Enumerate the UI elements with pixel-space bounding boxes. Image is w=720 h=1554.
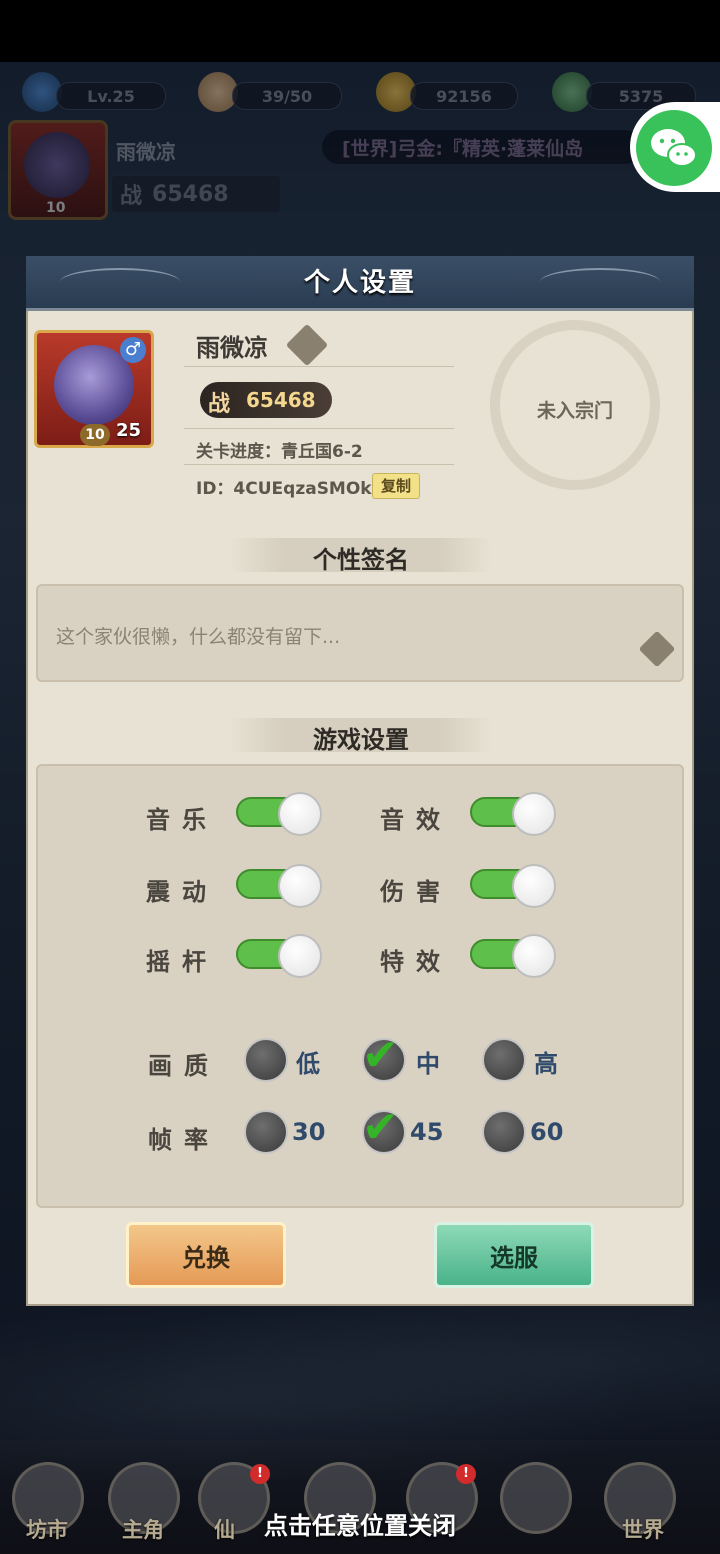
quality-high-label: 高	[534, 1050, 558, 1078]
panel-title: 个人设置	[303, 268, 416, 298]
quality-high-radio[interactable]	[482, 1038, 526, 1082]
signature-text: 这个家伙很懒，什么都没有留下...	[56, 626, 341, 648]
framerate-60-radio[interactable]	[482, 1110, 526, 1154]
close-hint: 点击任意位置关闭	[264, 1512, 456, 1540]
power-value: 65468	[246, 388, 316, 412]
toggle-label-music: 音乐	[146, 806, 218, 834]
sfx-toggle[interactable]	[470, 792, 556, 836]
divider	[184, 366, 454, 367]
framerate-30-radio[interactable]	[244, 1110, 288, 1154]
notification-badge: !	[250, 1464, 270, 1484]
select-server-button[interactable]: 选服	[434, 1222, 594, 1288]
vibration-toggle[interactable]	[236, 864, 322, 908]
settings-box	[36, 764, 684, 1208]
divider	[184, 428, 454, 429]
profile-power: 战 65468	[200, 382, 332, 418]
signature-section-title: 个性签名	[313, 546, 409, 574]
settings-section-title: 游戏设置	[313, 726, 409, 754]
quality-label: 画质	[148, 1052, 220, 1080]
damage-toggle[interactable]	[470, 864, 556, 908]
male-icon: ♂	[120, 337, 146, 363]
player-id: ID：4CUEqzaSMOk	[196, 479, 372, 499]
checkmark-icon: ✔	[362, 1030, 399, 1081]
sect-status: 未入宗门	[536, 400, 613, 422]
framerate-30-label: 30	[292, 1118, 326, 1146]
quality-low-radio[interactable]	[244, 1038, 288, 1082]
toggle-label-vibration: 震动	[146, 878, 218, 906]
toggle-label-damage: 伤害	[380, 878, 452, 906]
toggle-label-joystick: 摇杆	[146, 948, 218, 976]
effects-toggle[interactable]	[470, 934, 556, 978]
quality-medium-label: 中	[416, 1050, 440, 1078]
power-label: 战	[208, 392, 231, 417]
profile-name: 雨微凉	[196, 334, 268, 362]
notification-badge: !	[456, 1464, 476, 1484]
joystick-toggle[interactable]	[236, 934, 322, 978]
wechat-icon[interactable]	[636, 110, 712, 186]
framerate-45-label: 45	[410, 1118, 444, 1146]
toggle-label-sfx: 音效	[380, 806, 452, 834]
redeem-button[interactable]: 兑换	[126, 1222, 286, 1288]
divider	[184, 464, 454, 465]
copy-id-button[interactable]: 复制	[372, 473, 420, 499]
music-toggle[interactable]	[236, 792, 322, 836]
avatar-level: 25	[116, 420, 142, 441]
toggle-label-effects: 特效	[380, 948, 452, 976]
framerate-label: 帧率	[148, 1126, 220, 1154]
checkmark-icon: ✔	[362, 1102, 399, 1153]
avatar-star-level: 10	[80, 424, 110, 446]
quality-low-label: 低	[296, 1050, 320, 1078]
framerate-60-label: 60	[530, 1118, 564, 1146]
stage-progress: 关卡进度：青丘国6-2	[196, 442, 363, 462]
